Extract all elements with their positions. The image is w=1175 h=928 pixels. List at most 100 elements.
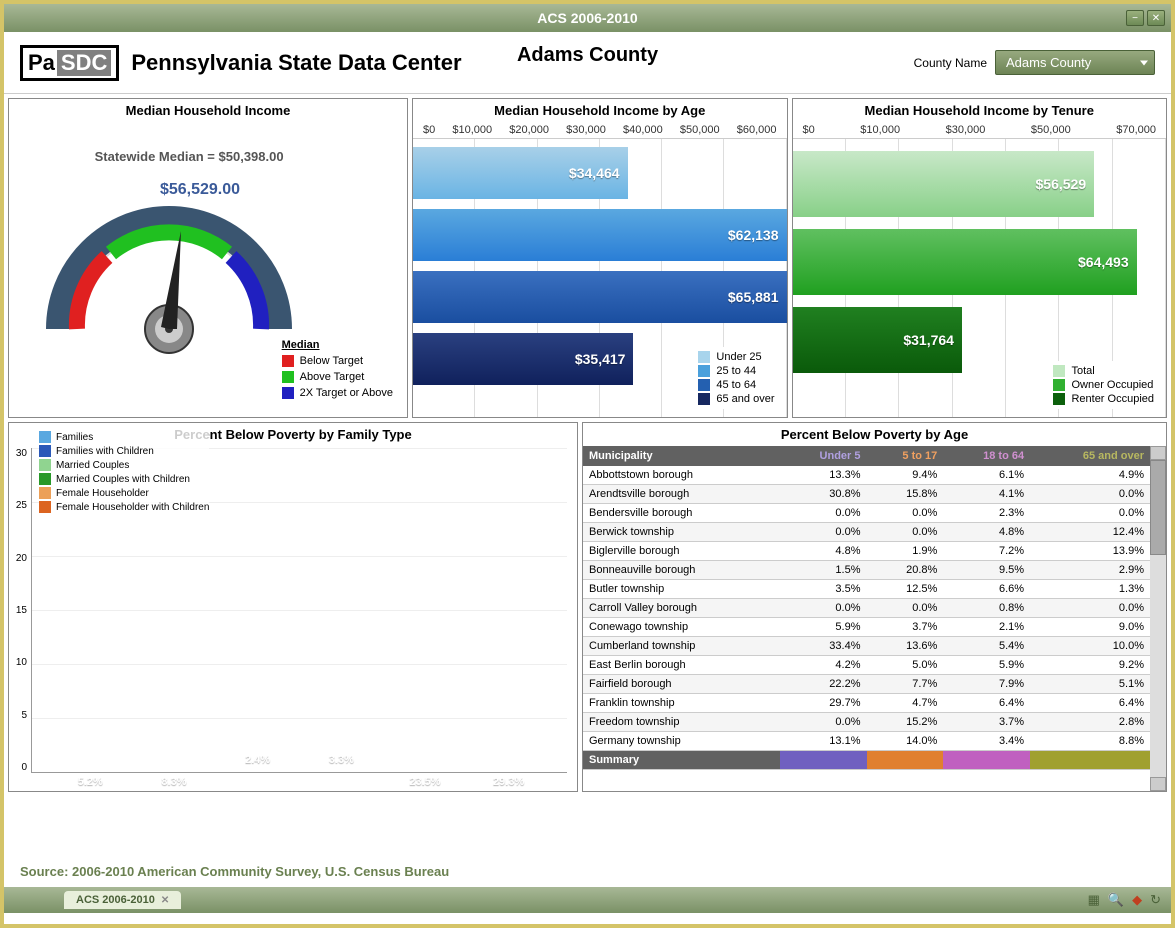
legend-swatch <box>39 487 51 499</box>
legend-label: Female Householder <box>56 488 149 499</box>
chevron-down-icon <box>1140 60 1148 65</box>
legend-label: Total <box>1071 365 1094 377</box>
bar-label: 8.3% <box>161 776 186 788</box>
search-icon[interactable]: 🔍 <box>1108 892 1124 908</box>
close-button[interactable]: ✕ <box>1147 10 1165 26</box>
legend-swatch <box>698 351 710 363</box>
gauge-legend-title: Median <box>282 339 393 351</box>
hbar-age-0: $34,464 <box>413 147 628 199</box>
table-header-row: MunicipalityUnder 55 to 1718 to 6465 and… <box>583 446 1150 466</box>
grid-icon[interactable]: ▦ <box>1088 892 1100 908</box>
table-row[interactable]: Franklin township29.7%4.7%6.4%6.4% <box>583 694 1150 713</box>
poverty-age-table-wrap: MunicipalityUnder 55 to 1718 to 6465 and… <box>583 446 1166 791</box>
scroll-up-button[interactable] <box>1150 446 1166 460</box>
poverty-family-yaxis: 302520151050 <box>9 446 31 791</box>
legend-label: 65 and over <box>716 393 774 405</box>
legend-label: Under 25 <box>716 351 761 363</box>
refresh-icon[interactable]: ↻ <box>1150 892 1161 908</box>
table-header[interactable]: 65 and over <box>1030 446 1150 466</box>
legend-swatch <box>39 501 51 513</box>
legend-label: Families with Children <box>56 446 154 457</box>
gauge-chart <box>29 159 309 379</box>
table-row[interactable]: Conewago township5.9%3.7%2.1%9.0% <box>583 618 1150 637</box>
scroll-thumb[interactable] <box>1150 460 1166 555</box>
titlebar[interactable]: ACS 2006-2010 − ✕ <box>4 4 1171 32</box>
table-row[interactable]: Berwick township0.0%0.0%4.8%12.4% <box>583 523 1150 542</box>
bar-label: 23.5% <box>409 776 440 788</box>
table-row[interactable]: Freedom township0.0%15.2%3.7%2.8% <box>583 713 1150 732</box>
window-controls: − ✕ <box>1126 10 1165 26</box>
hbar-tenure-2: $31,764 <box>793 307 962 373</box>
table-row[interactable]: Butler township3.5%12.5%6.6%1.3% <box>583 580 1150 599</box>
footer-tab-acs[interactable]: ACS 2006-2010 ✕ <box>64 891 181 909</box>
table-row[interactable]: Biglerville borough4.8%1.9%7.2%13.9% <box>583 542 1150 561</box>
legend-label: Female Householder with Children <box>56 502 209 513</box>
legend-swatch <box>39 473 51 485</box>
window-title: ACS 2006-2010 <box>537 10 637 26</box>
legend-label: 25 to 44 <box>716 365 756 377</box>
income-by-age-panel: Median Household Income by Age $0$10,000… <box>412 98 788 418</box>
logo-pa: Pa <box>28 50 55 76</box>
poverty-family-legend: FamiliesFamilies with ChildrenMarried Co… <box>39 429 209 515</box>
table-row[interactable]: Fairfield borough22.2%7.7%7.9%5.1% <box>583 675 1150 694</box>
table-row[interactable]: Arendtsville borough30.8%15.8%4.1%0.0% <box>583 485 1150 504</box>
legend-swatch <box>282 371 294 383</box>
income-by-tenure-title: Median Household Income by Tenure <box>793 99 1167 122</box>
legend-label: Owner Occupied <box>1071 379 1153 391</box>
header-title: Pennsylvania State Data Center <box>131 50 461 76</box>
bar-label: 2.4% <box>245 754 270 766</box>
gauge-legend: Median Below TargetAbove Target2X Target… <box>282 339 393 403</box>
table-row[interactable]: East Berlin borough4.2%5.0%5.9%9.2% <box>583 656 1150 675</box>
gauge-panel: Median Household Income Statewide Median… <box>8 98 408 418</box>
app-window: ACS 2006-2010 − ✕ Pa SDC Pennsylvania St… <box>0 0 1175 928</box>
hbar-age-3: $35,417 <box>413 333 633 385</box>
table-row[interactable]: Bendersville borough0.0%0.0%2.3%0.0% <box>583 504 1150 523</box>
bar-label: 3.3% <box>329 754 354 766</box>
gauge-title: Median Household Income <box>9 99 407 122</box>
table-header[interactable]: 5 to 17 <box>867 446 944 466</box>
header: Pa SDC Pennsylvania State Data Center Ad… <box>4 32 1171 94</box>
table-header[interactable]: Under 5 <box>780 446 867 466</box>
income-by-age-title: Median Household Income by Age <box>413 99 787 122</box>
bar-label: 29.3% <box>493 776 524 788</box>
legend-swatch <box>1053 365 1065 377</box>
table-row[interactable]: Bonneauville borough1.5%20.8%9.5%2.9% <box>583 561 1150 580</box>
scroll-down-button[interactable] <box>1150 777 1166 791</box>
footer-tab-label: ACS 2006-2010 <box>76 894 155 906</box>
county-selector-wrap: County Name Adams County <box>914 50 1155 75</box>
county-selector-label: County Name <box>914 56 987 70</box>
legend-swatch <box>698 365 710 377</box>
logo: Pa SDC <box>20 45 119 81</box>
bar-label: 5.2% <box>78 776 103 788</box>
logo-sdc: SDC <box>57 50 111 76</box>
county-selector-value: Adams County <box>1006 55 1091 70</box>
poverty-age-title: Percent Below Poverty by Age <box>583 423 1166 446</box>
legend-swatch <box>1053 393 1065 405</box>
hbar-tenure-0: $56,529 <box>793 151 1095 217</box>
hbar-age-2: $65,881 <box>413 271 787 323</box>
poverty-age-panel: Percent Below Poverty by Age Municipalit… <box>582 422 1167 792</box>
table-row[interactable]: Germany township13.1%14.0%3.4%8.8% <box>583 732 1150 751</box>
summary-row[interactable]: Summary <box>583 751 1150 770</box>
table-row[interactable]: Cumberland township33.4%13.6%5.4%10.0% <box>583 637 1150 656</box>
table-header[interactable]: Municipality <box>583 446 780 466</box>
legend-swatch <box>698 379 710 391</box>
table-header[interactable]: 18 to 64 <box>943 446 1030 466</box>
hbar-age-1: $62,138 <box>413 209 787 261</box>
legend-label: Below Target <box>300 355 363 367</box>
legend-label: 45 to 64 <box>716 379 756 391</box>
table-scrollbar[interactable] <box>1150 446 1166 791</box>
footer-icons: ▦ 🔍 ◆ ↻ <box>1088 892 1161 908</box>
county-selector[interactable]: Adams County <box>995 50 1155 75</box>
legend-label: 2X Target or Above <box>300 387 393 399</box>
table-row[interactable]: Abbottstown borough13.3%9.4%6.1%4.9% <box>583 466 1150 485</box>
legend-swatch <box>1053 379 1065 391</box>
source-text: Source: 2006-2010 American Community Sur… <box>4 856 1171 887</box>
poverty-age-table: MunicipalityUnder 55 to 1718 to 6465 and… <box>583 446 1150 770</box>
legend-swatch <box>698 393 710 405</box>
close-icon[interactable]: ✕ <box>161 895 169 906</box>
chart-icon[interactable]: ◆ <box>1132 892 1142 908</box>
table-row[interactable]: Carroll Valley borough0.0%0.0%0.8%0.0% <box>583 599 1150 618</box>
legend-swatch <box>39 431 51 443</box>
minimize-button[interactable]: − <box>1126 10 1144 26</box>
